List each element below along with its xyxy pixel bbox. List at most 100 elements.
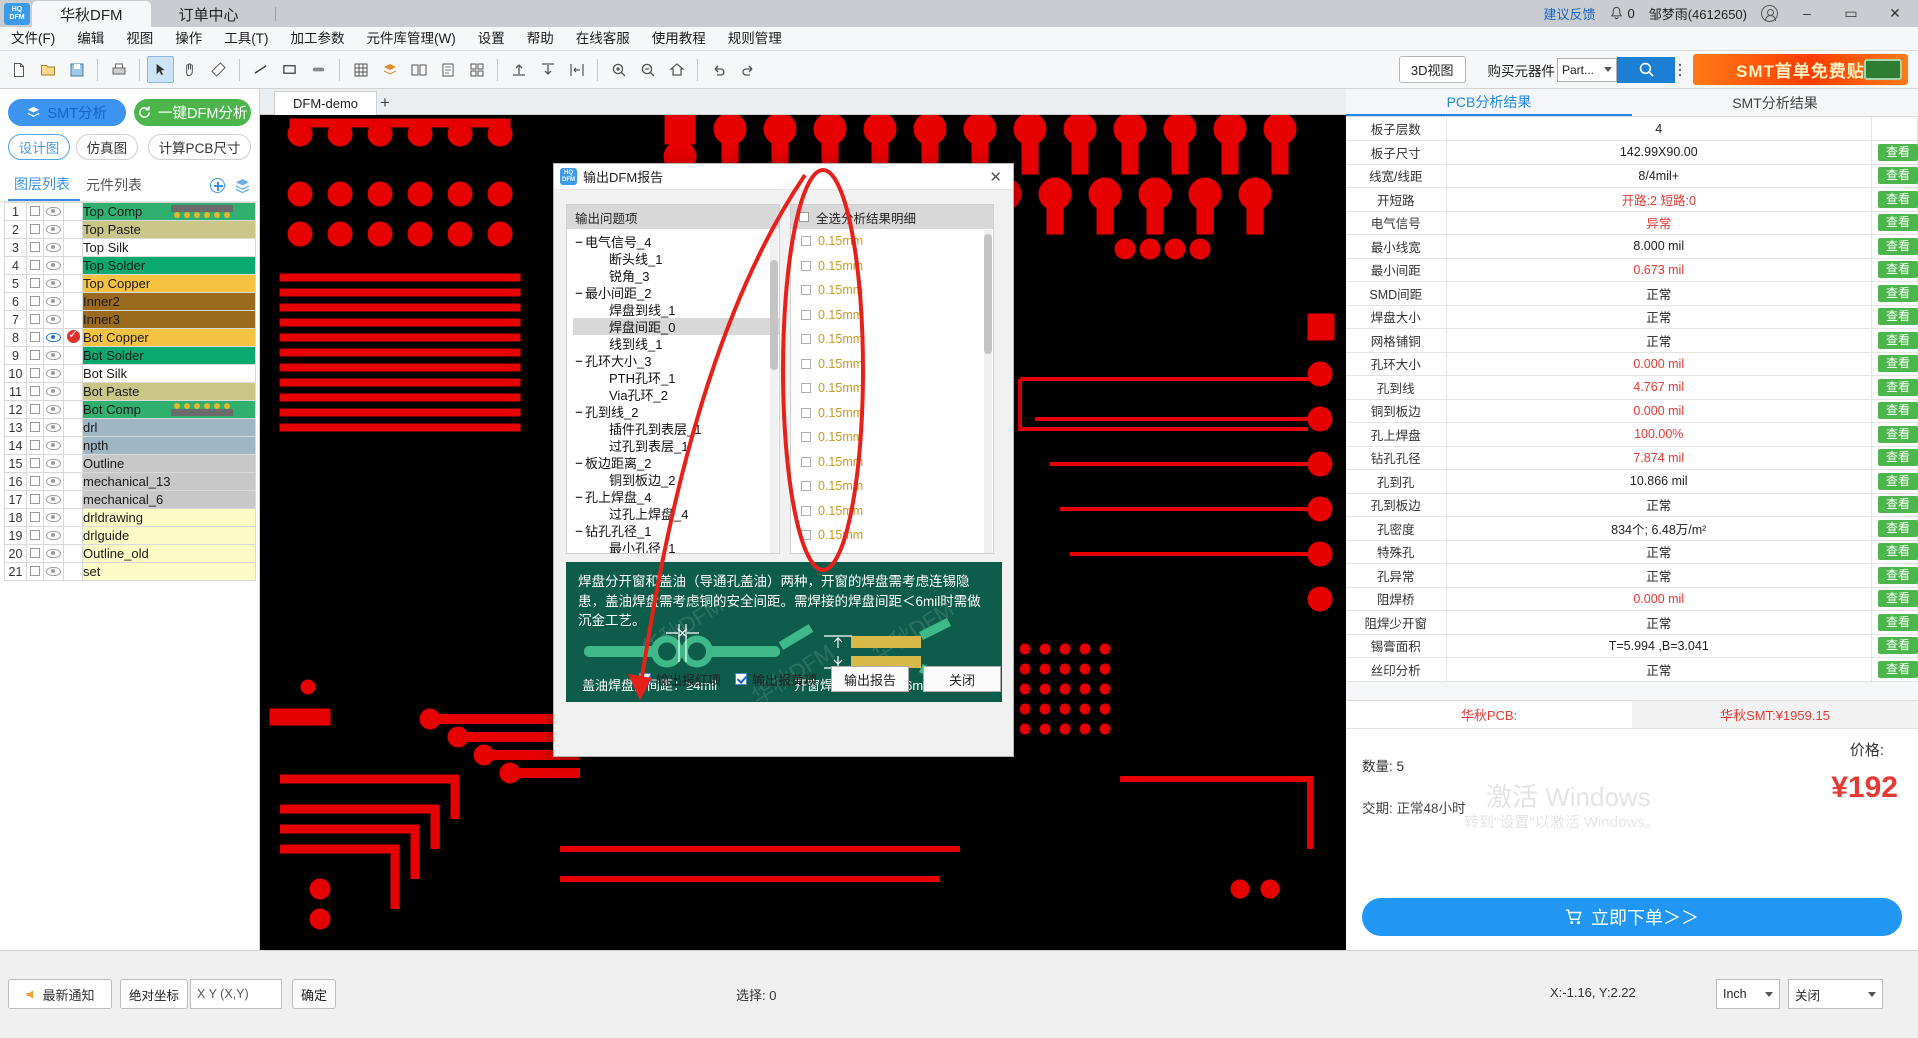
detail-row[interactable]: 0.15mm	[791, 474, 993, 499]
layer-error-flag-icon[interactable]	[64, 203, 83, 221]
issue-tree-node[interactable]: 铜到板边_2	[573, 471, 779, 488]
layer-name[interactable]: Outline	[83, 455, 256, 473]
menu-view[interactable]: 视图	[115, 28, 164, 50]
issue-tree-node[interactable]: 插件孔到表层_1	[573, 420, 779, 437]
dfm-analysis-button[interactable]: 一键DFM分析	[134, 99, 252, 126]
layer-checkbox[interactable]	[27, 257, 44, 275]
layer-checkbox[interactable]	[27, 221, 44, 239]
view-button[interactable]: 查看	[1878, 567, 1918, 584]
layer-visibility-icon[interactable]	[44, 347, 64, 365]
issue-tree-node[interactable]: 锐角_3	[573, 267, 779, 284]
layer-row[interactable]: 21set	[5, 563, 256, 581]
coordinate-confirm-button[interactable]: 确定	[292, 979, 336, 1009]
layer-name[interactable]: Outline_old	[83, 545, 256, 563]
layer-error-flag-icon[interactable]	[64, 509, 83, 527]
view-button[interactable]: 查看	[1878, 379, 1918, 396]
detail-row[interactable]: 0.15mm	[791, 523, 993, 548]
title-tab-dfm[interactable]: 华秋DFM	[32, 1, 151, 27]
view-button[interactable]: 查看	[1878, 214, 1918, 231]
layer-error-flag-icon[interactable]	[64, 563, 83, 581]
layer-visibility-icon[interactable]	[44, 455, 64, 473]
layer-row[interactable]: 20Outline_old	[5, 545, 256, 563]
grid-icon[interactable]	[347, 56, 374, 83]
pan-hand-icon[interactable]	[176, 56, 203, 83]
layer-row[interactable]: 9Bot Solder	[5, 347, 256, 365]
layer-row[interactable]: 16mechanical_13	[5, 473, 256, 491]
layer-checkbox[interactable]	[27, 563, 44, 581]
detail-checkbox[interactable]	[801, 310, 811, 320]
detail-row[interactable]: 0.15mm	[791, 450, 993, 475]
layer-error-flag-icon[interactable]	[64, 401, 83, 419]
layer-visibility-icon[interactable]	[44, 563, 64, 581]
layer-row[interactable]: 15Outline	[5, 455, 256, 473]
menu-library[interactable]: 元件库管理(W)	[356, 28, 467, 50]
layer-name[interactable]: Bot Silk	[83, 365, 256, 383]
detail-row[interactable]: 0.15mm	[791, 254, 993, 279]
detail-checkbox[interactable]	[801, 334, 811, 344]
layer-error-flag-icon[interactable]	[64, 293, 83, 311]
tab-smt-results[interactable]: SMT分析结果	[1632, 89, 1918, 116]
layer-visibility-icon[interactable]	[44, 203, 64, 221]
zoom-fit-home-icon[interactable]	[663, 56, 690, 83]
collapse-icon[interactable]: –	[573, 285, 585, 300]
detail-list[interactable]: 0.15mm0.15mm0.15mm0.15mm0.15mm0.15mm0.15…	[791, 229, 993, 554]
view-button[interactable]: 查看	[1878, 144, 1918, 161]
detail-checkbox[interactable]	[801, 359, 811, 369]
detail-row[interactable]: 0.15mm	[791, 303, 993, 328]
menu-tutorial[interactable]: 使用教程	[641, 28, 717, 50]
issue-tree-node[interactable]: –孔上焊盘_4	[573, 488, 779, 505]
view-button[interactable]: 查看	[1878, 449, 1918, 466]
detail-row[interactable]: 0.15mm	[791, 278, 993, 303]
layer-row[interactable]: 19drlguide	[5, 527, 256, 545]
layer-visibility-icon[interactable]	[44, 545, 64, 563]
part-search-select[interactable]: Part...	[1557, 58, 1617, 82]
menu-settings[interactable]: 设置	[467, 28, 516, 50]
view-button[interactable]: 查看	[1878, 496, 1918, 513]
print-icon[interactable]	[105, 56, 132, 83]
view-button[interactable]: 查看	[1878, 332, 1918, 349]
detail-scrollbar[interactable]	[984, 230, 992, 554]
view-button[interactable]: 查看	[1878, 402, 1918, 419]
menu-help[interactable]: 帮助	[516, 28, 565, 50]
zoom-in-icon[interactable]	[605, 56, 632, 83]
view-button[interactable]: 查看	[1878, 285, 1918, 302]
view-button[interactable]: 查看	[1878, 167, 1918, 184]
layer-visibility-icon[interactable]	[44, 473, 64, 491]
layer-checkbox[interactable]	[27, 455, 44, 473]
design-view-button[interactable]: 设计图	[8, 134, 70, 160]
layer-error-flag-icon[interactable]	[64, 455, 83, 473]
view-button[interactable]: 查看	[1878, 543, 1918, 560]
layer-error-flag-icon[interactable]	[64, 275, 83, 293]
layers-icon[interactable]	[376, 56, 403, 83]
detail-checkbox[interactable]	[801, 261, 811, 271]
detail-checkbox[interactable]	[801, 506, 811, 516]
collapse-icon[interactable]: –	[573, 234, 585, 249]
view-3d-button[interactable]: 3D视图	[1399, 56, 1466, 83]
layer-checkbox[interactable]	[27, 419, 44, 437]
detail-row[interactable]: 0.15mm	[791, 327, 993, 352]
issue-tree-node[interactable]: –电气信号_4	[573, 233, 779, 250]
menu-operation[interactable]: 操作	[164, 28, 213, 50]
view-button[interactable]: 查看	[1878, 473, 1918, 490]
select-all-checkbox[interactable]	[799, 212, 809, 222]
maximize-button[interactable]: ▭	[1836, 2, 1866, 24]
layer-checkbox[interactable]	[27, 401, 44, 419]
detail-row[interactable]: 0.15mm	[791, 499, 993, 524]
layer-checkbox[interactable]	[27, 437, 44, 455]
layer-visibility-icon[interactable]	[44, 293, 64, 311]
notification-group[interactable]: 0	[1609, 6, 1634, 21]
view-button[interactable]: 查看	[1878, 590, 1918, 607]
tab-layer-list[interactable]: 图层列表	[8, 174, 80, 201]
add-document-tab-icon[interactable]: +	[380, 93, 390, 113]
view-button[interactable]: 查看	[1878, 426, 1918, 443]
layer-row[interactable]: 5Top Copper	[5, 275, 256, 293]
latest-notice-button[interactable]: 最新通知	[8, 979, 112, 1009]
layer-row[interactable]: 12Bot Comp	[5, 401, 256, 419]
layer-visibility-icon[interactable]	[44, 311, 64, 329]
layer-error-flag-icon[interactable]	[64, 437, 83, 455]
layer-error-flag-icon[interactable]	[64, 329, 83, 347]
simulation-view-button[interactable]: 仿真图	[76, 134, 138, 160]
layer-name[interactable]: Bot Copper	[83, 329, 256, 347]
new-file-icon[interactable]	[5, 56, 32, 83]
layer-name[interactable]: Top Comp	[83, 203, 256, 221]
